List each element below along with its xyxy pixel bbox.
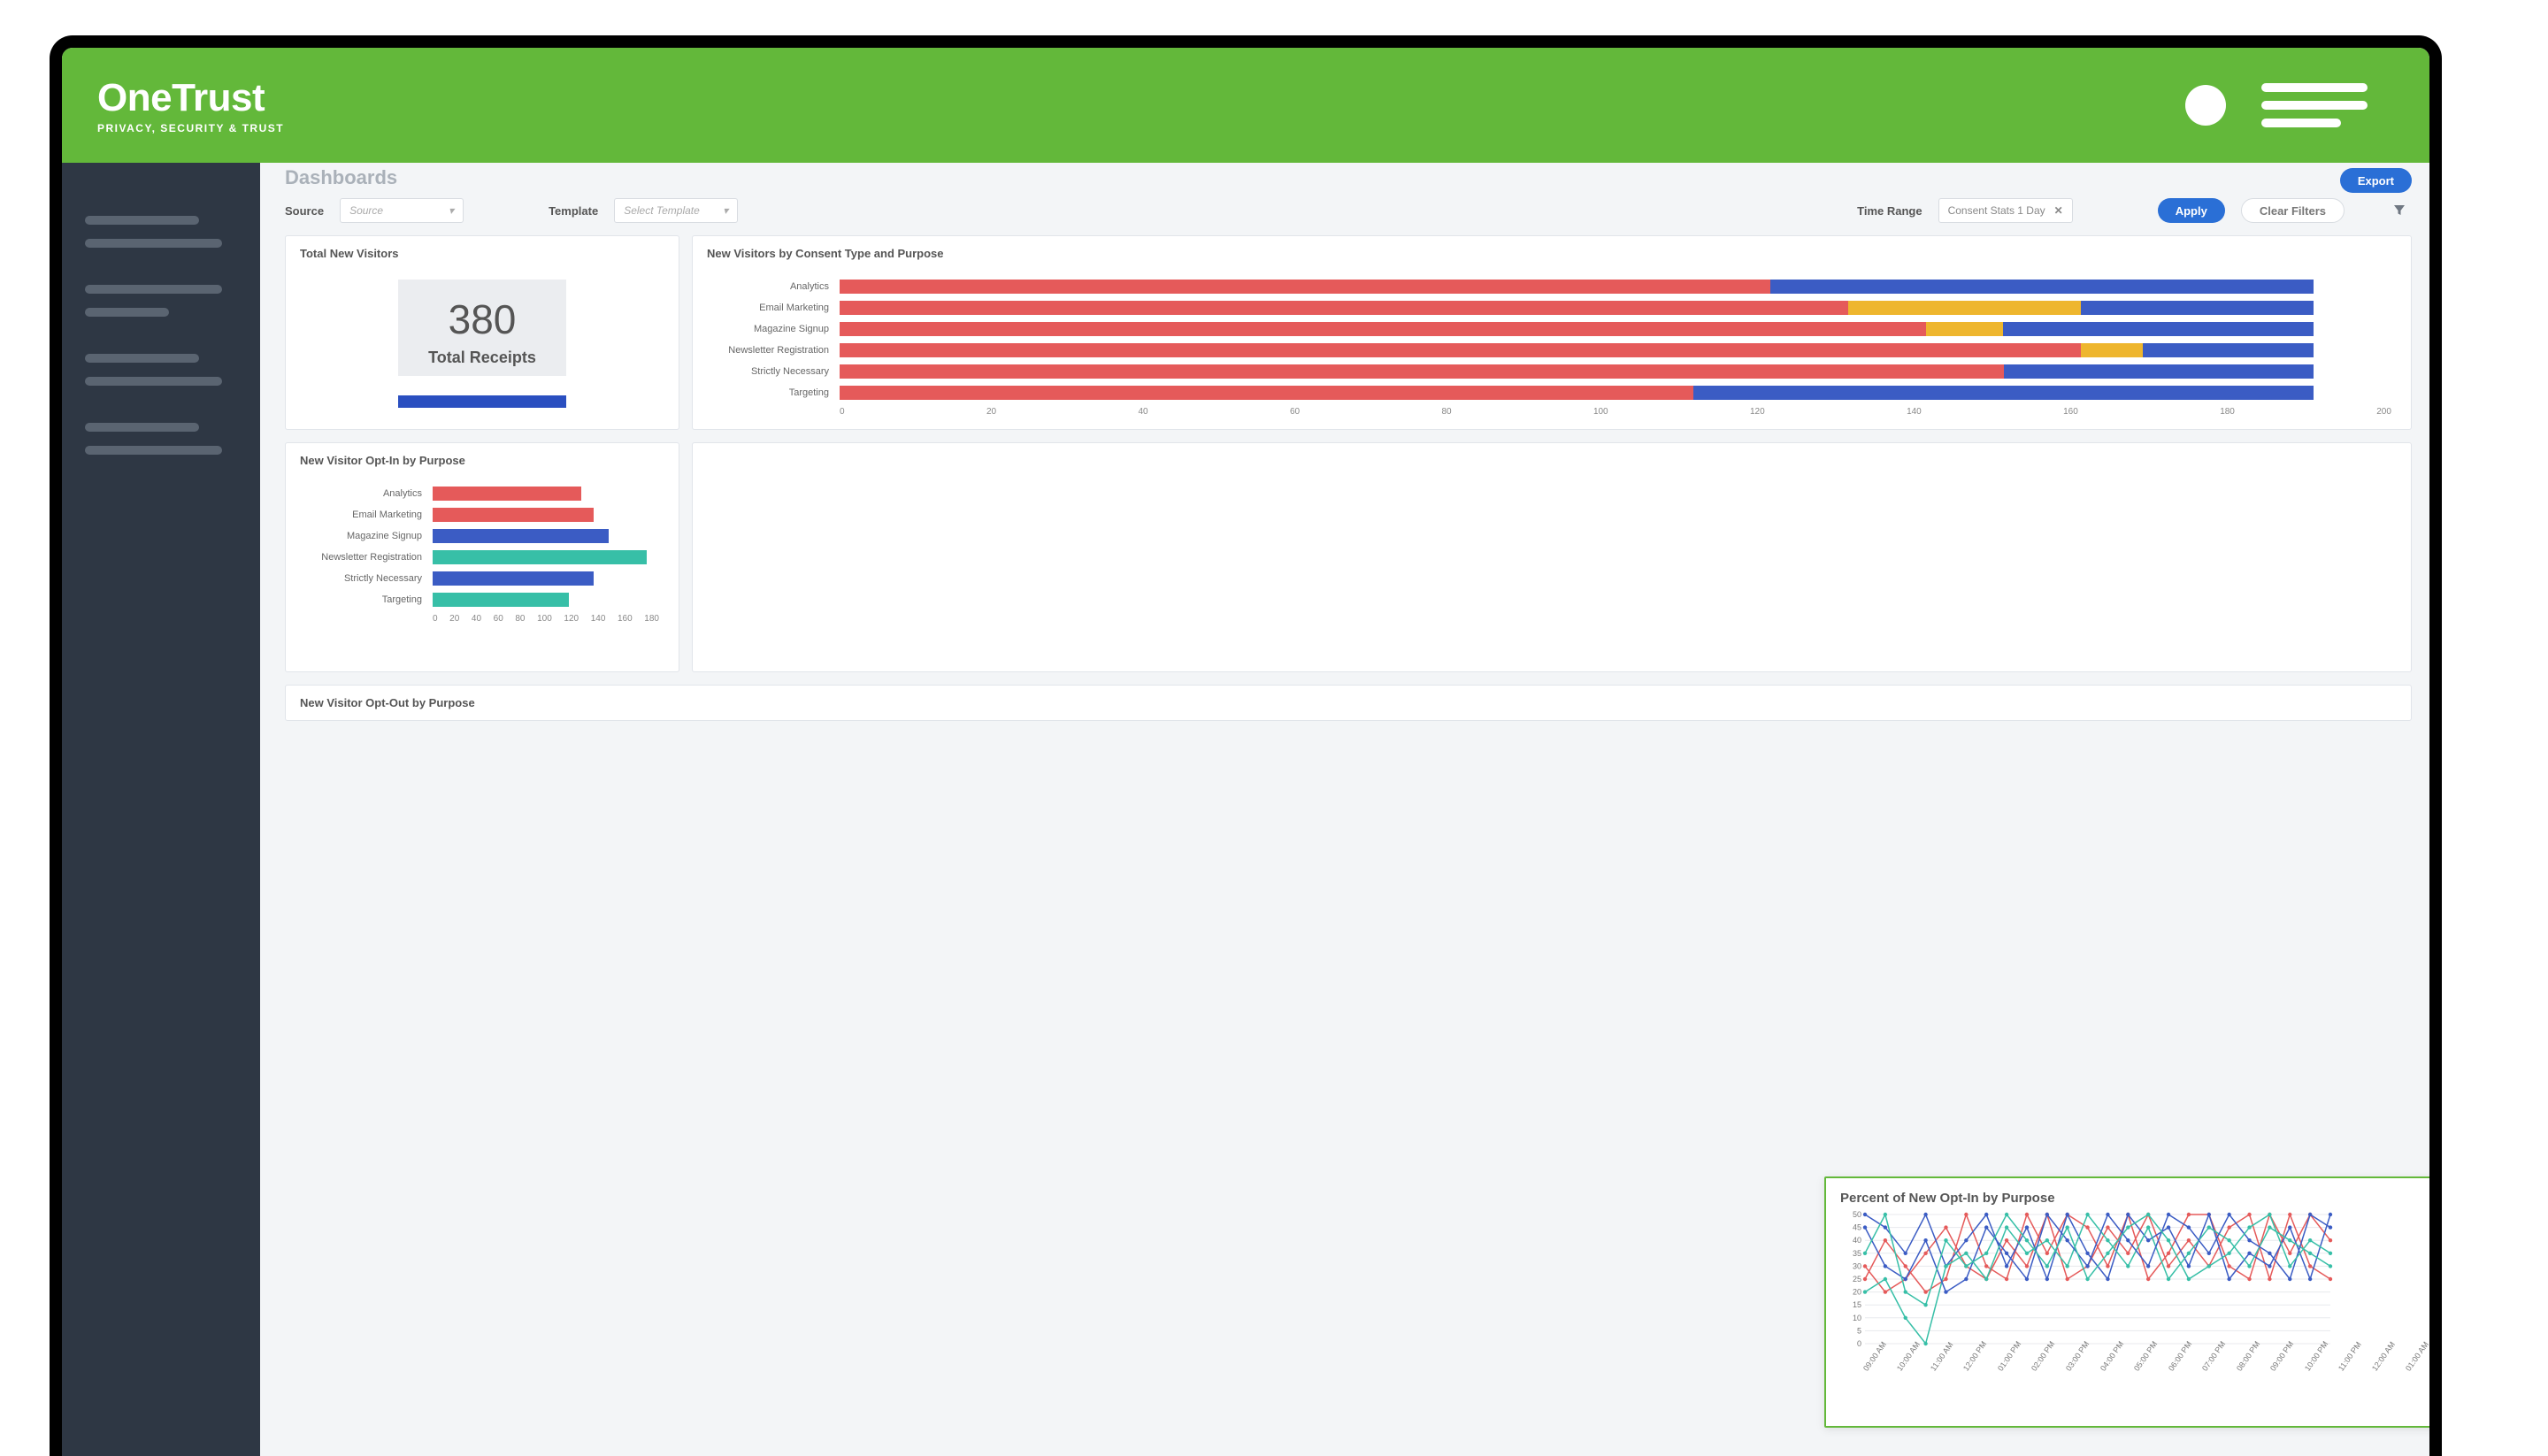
card-title: Total New Visitors (286, 236, 679, 271)
total-box: 380 Total Receipts (398, 280, 566, 376)
chart-category-label: Magazine Signup (700, 324, 833, 334)
card-title: New Visitors by Consent Type and Purpose (693, 236, 2411, 271)
chart-category-label: Strictly Necessary (293, 573, 426, 584)
bar-segment (433, 571, 594, 586)
line-chart: 0 5 10 15 20 25 30 35 40 45 50 (1840, 1211, 2336, 1361)
svg-text:10: 10 (1853, 1314, 1861, 1322)
bar-segment (1926, 322, 2004, 336)
card-optout-by-purpose: New Visitor Opt-Out by Purpose (285, 685, 2412, 721)
source-placeholder: Source (349, 204, 383, 217)
card-consent-by-purpose: New Visitors by Consent Type and Purpose… (692, 235, 2412, 430)
avatar[interactable] (2185, 85, 2226, 126)
template-placeholder: Select Template (624, 204, 700, 217)
card-title: New Visitor Opt-Out by Purpose (286, 686, 2411, 720)
card-title: New Visitor Opt-In by Purpose (286, 443, 679, 478)
card-percent-optin: Percent of New Opt-In by Purpose 0 5 10 15 2… (1824, 1176, 2442, 1428)
menu-icon[interactable] (2261, 83, 2368, 127)
sidebar-item[interactable] (85, 239, 222, 248)
svg-text:15: 15 (1853, 1300, 1861, 1309)
sidebar-item[interactable] (85, 285, 222, 294)
bar-segment (433, 487, 581, 501)
chart-category-label: Targeting (700, 387, 833, 398)
bar-segment (433, 550, 647, 564)
close-icon[interactable]: ✕ (2054, 204, 2063, 217)
svg-text:20: 20 (1853, 1288, 1861, 1297)
bar-segment (840, 301, 1848, 315)
chart-category-label: Analytics (700, 281, 833, 292)
card-optin-by-purpose: New Visitor Opt-In by Purpose Analytics E… (285, 442, 679, 672)
svg-text:30: 30 (1853, 1261, 1861, 1270)
source-select[interactable]: Source ▾ (340, 198, 464, 223)
chevron-down-icon: ▾ (723, 204, 728, 217)
bar-segment (1770, 280, 2314, 294)
sidebar-item[interactable] (85, 216, 199, 225)
timerange-label: Time Range (1857, 204, 1922, 218)
clear-filters-button[interactable]: Clear Filters (2241, 198, 2345, 223)
bar-segment (2081, 343, 2143, 357)
bar-segment (2081, 301, 2314, 315)
template-label: Template (549, 204, 598, 218)
svg-text:0: 0 (1857, 1339, 1861, 1348)
total-value: 380 (398, 295, 566, 343)
card-title: Percent of New Opt-In by Purpose (1840, 1191, 2442, 1206)
chart-category-label: Email Marketing (700, 303, 833, 313)
sidebar-item[interactable] (85, 308, 169, 317)
export-button[interactable]: Export (2340, 168, 2412, 193)
bar-segment (840, 280, 1770, 294)
sidebar-item[interactable] (85, 446, 222, 455)
bar-segment (1693, 386, 2314, 400)
svg-text:40: 40 (1853, 1236, 1861, 1245)
chart-category-label: Strictly Necessary (700, 366, 833, 377)
chart-optin: Analytics Email Marketing Magazine Signup N… (286, 478, 679, 636)
bar-segment (433, 593, 569, 607)
bar-segment (433, 529, 609, 543)
bar-segment (840, 386, 1693, 400)
sidebar-item[interactable] (85, 377, 222, 386)
header-right (2185, 83, 2368, 127)
page-title: Dashboards (285, 166, 397, 189)
apply-button[interactable]: Apply (2158, 198, 2225, 223)
bar-segment (840, 343, 2081, 357)
bar-segment (1848, 301, 2081, 315)
chart-category-label: Email Marketing (293, 510, 426, 520)
brand-title: OneTrust (97, 76, 284, 120)
chart-category-label: Magazine Signup (293, 531, 426, 541)
svg-text:25: 25 (1853, 1275, 1861, 1284)
filter-bar: Source Source ▾ Template Select Template… (285, 198, 2412, 223)
bar-segment (2143, 343, 2314, 357)
card-percent-placeholder (692, 442, 2412, 672)
bar-segment (2004, 364, 2314, 379)
sidebar (62, 163, 260, 1456)
template-select[interactable]: Select Template ▾ (614, 198, 738, 223)
total-bar (398, 395, 566, 408)
bar-segment (433, 508, 594, 522)
chart-consent: Analytics Email Marketing Magazine Signup N… (693, 271, 2411, 429)
total-label: Total Receipts (398, 349, 566, 367)
timerange-value: Consent Stats 1 Day (1948, 204, 2045, 217)
sidebar-item[interactable] (85, 423, 199, 432)
device-frame: OneTrust PRIVACY, SECURITY & TRUST (50, 35, 2442, 1456)
brand: OneTrust PRIVACY, SECURITY & TRUST (97, 76, 284, 134)
svg-text:45: 45 (1853, 1223, 1861, 1232)
bar-segment (2003, 322, 2314, 336)
chart-category-label: Newsletter Registration (700, 345, 833, 356)
svg-text:5: 5 (1857, 1326, 1861, 1335)
svg-text:50: 50 (1853, 1211, 1861, 1219)
bar-segment (840, 322, 1926, 336)
chart-category-label: Targeting (293, 594, 426, 605)
svg-text:35: 35 (1853, 1249, 1861, 1258)
source-label: Source (285, 204, 324, 218)
bar-segment (840, 364, 2004, 379)
timerange-chip[interactable]: Consent Stats 1 Day ✕ (1938, 198, 2073, 223)
chart-category-label: Analytics (293, 488, 426, 499)
sidebar-item[interactable] (85, 354, 199, 363)
app-header: OneTrust PRIVACY, SECURITY & TRUST (62, 48, 2429, 163)
brand-subtitle: PRIVACY, SECURITY & TRUST (97, 122, 284, 134)
chevron-down-icon: ▾ (449, 204, 454, 217)
card-total-visitors: Total New Visitors 380 Total Receipts (285, 235, 679, 430)
filter-icon[interactable] (2387, 198, 2412, 223)
chart-category-label: Newsletter Registration (293, 552, 426, 563)
line-chart-x-labels: 09:00 AM10:00 AM11:00 AM12:00 PM01:00 PM… (1861, 1368, 2442, 1376)
